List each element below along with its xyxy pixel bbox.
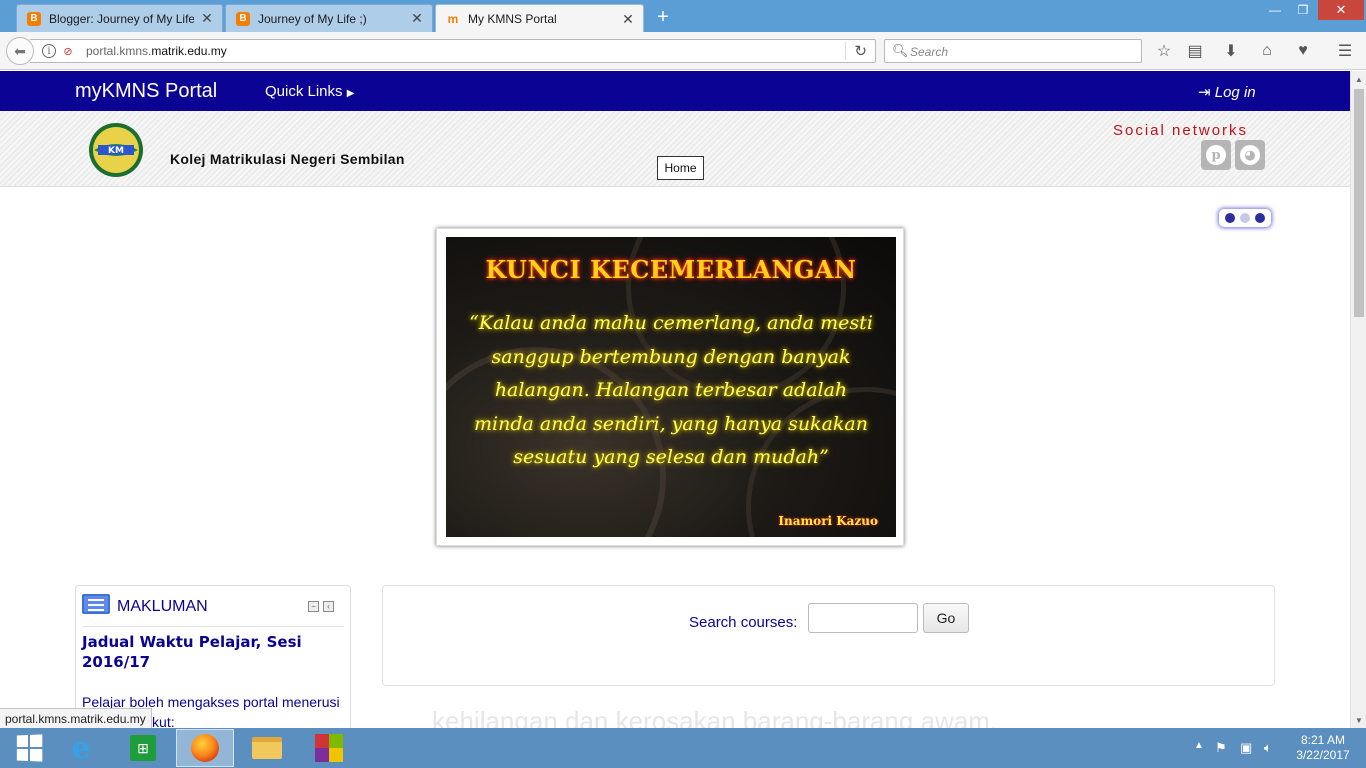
moodle-icon: m [447, 12, 459, 26]
web-page: myKMNS Portal Quick Links ▶ ⇥ Log in KM … [0, 71, 1350, 728]
download-icon[interactable]: ⬇ [1220, 40, 1242, 62]
block-title: MAKLUMAN [117, 598, 208, 615]
footer-text: kehilangan dan kerosakan barang-barang a… [432, 706, 998, 728]
mixed-content-icon[interactable]: ⊘ [62, 44, 74, 58]
site-brand[interactable]: myKMNS Portal [75, 80, 217, 103]
window-close-button[interactable]: ✕ [1318, 0, 1364, 20]
pocket-icon[interactable]: ♥ [1292, 40, 1314, 62]
banner-slide[interactable]: KUNCI KECEMERLANGAN “Kalau anda mahu cem… [436, 228, 904, 546]
tab-kmns-portal[interactable]: m My KMNS Portal ✕ [435, 4, 644, 33]
banner-author: Inamori Kazuo [778, 514, 878, 528]
tab-label: Blogger: Journey of My Life [49, 11, 194, 26]
windows-logo-icon [16, 734, 43, 762]
tab-journey[interactable]: B Journey of My Life ;) ✕ [225, 4, 433, 32]
tab-label: My KMNS Portal [468, 12, 557, 26]
browser-nav-bar: i ⊘ portal.kmns.matrik.edu.my ↻ ⬅ 🔍︎ Sea… [0, 32, 1366, 70]
news-list-icon [82, 594, 110, 614]
system-clock[interactable]: 8:21 AM 3/22/2017 [1294, 733, 1352, 763]
minimize-button[interactable]: — [1262, 0, 1288, 20]
quick-links-menu[interactable]: Quick Links ▶ [265, 83, 354, 100]
tab-blogger[interactable]: B Blogger: Journey of My Life ✕ [16, 4, 223, 32]
caret-right-icon: ▶ [346, 88, 355, 99]
search-courses-label: Search courses: [689, 614, 798, 631]
taskbar-firefox[interactable] [176, 729, 234, 767]
go-button[interactable]: Go [923, 603, 969, 633]
internet-explorer-icon: e [71, 730, 91, 766]
start-button[interactable] [0, 729, 58, 767]
folder-icon [252, 737, 282, 759]
blogger-icon: B [236, 11, 250, 26]
slider-dot[interactable] [1240, 213, 1250, 223]
globe-icon[interactable]: ◕ [1235, 140, 1265, 170]
news-item-title[interactable]: Jadual Waktu Pelajar, Sesi 2016/17 [82, 632, 342, 672]
status-url: portal.kmns.matrik.edu.my [0, 708, 152, 729]
info-icon[interactable]: i [42, 44, 56, 58]
college-name: Kolej Matrikulasi Negeri Sembilan [170, 151, 405, 167]
reading-list-icon[interactable]: ▤ [1184, 40, 1206, 62]
close-icon[interactable]: ✕ [621, 11, 635, 27]
close-icon[interactable]: ✕ [410, 10, 424, 26]
taskbar-office[interactable] [300, 729, 358, 767]
taskbar-store[interactable]: ⊞ [114, 729, 172, 767]
social-networks-title: Social networks [1113, 122, 1249, 139]
tab-label: Journey of My Life ;) [258, 11, 367, 26]
site-top-bar: myKMNS Portal Quick Links ▶ ⇥ Log in [0, 71, 1350, 111]
login-link[interactable]: ⇥ Log in [1198, 83, 1256, 101]
search-courses-panel: Search courses: Go [382, 585, 1275, 686]
scroll-down-icon[interactable]: ▼ [1351, 712, 1366, 728]
browser-search-input[interactable]: 🔍︎ Search [884, 39, 1142, 63]
slider-dot[interactable] [1225, 213, 1235, 223]
reload-icon[interactable]: ↻ [845, 42, 867, 60]
search-courses-input[interactable] [808, 603, 918, 633]
dock-icon[interactable]: ‹ [323, 601, 334, 612]
back-button[interactable]: ⬅ [6, 37, 34, 65]
tray-expand-icon[interactable]: ▲ [1194, 740, 1204, 751]
block-header: MAKLUMAN − ‹ [82, 592, 344, 627]
close-icon[interactable]: ✕ [200, 10, 214, 26]
makluman-block: MAKLUMAN − ‹ Jadual Waktu Pelajar, Sesi … [75, 585, 351, 728]
college-logo[interactable]: KM [88, 122, 144, 178]
banner-quote: “Kalau anda mahu cemerlang, anda mesti s… [469, 312, 873, 468]
office-icon [315, 734, 343, 762]
pinterest-icon[interactable]: p [1201, 140, 1231, 170]
firefox-icon [191, 734, 219, 762]
browser-tab-bar: B Blogger: Journey of My Life ✕ B Journe… [0, 0, 1366, 33]
clock-date: 3/22/2017 [1296, 748, 1350, 762]
site-header: KM Kolej Matrikulasi Negeri Sembilan Hom… [0, 111, 1350, 187]
windows-taskbar: e ⊞ ▲ ⚑ ▣ 🔈︎ 8:21 AM 3/22/2017 [0, 728, 1366, 768]
sign-in-icon: ⇥ [1198, 84, 1211, 101]
url-text[interactable]: portal.kmns.matrik.edu.my [86, 44, 227, 58]
scroll-up-icon[interactable]: ▲ [1351, 71, 1366, 87]
scroll-thumb[interactable] [1354, 89, 1364, 317]
banner-image: KUNCI KECEMERLANGAN “Kalau anda mahu cem… [446, 237, 896, 537]
home-icon[interactable]: ⌂ [1256, 40, 1278, 62]
new-tab-button[interactable]: + [652, 6, 674, 28]
store-icon: ⊞ [130, 735, 156, 761]
page-scrollbar[interactable]: ▲ ▼ [1350, 71, 1366, 728]
taskbar-ie[interactable]: e [52, 729, 110, 767]
flag-icon[interactable]: ⚑ [1215, 740, 1227, 756]
search-placeholder: Search [910, 45, 949, 59]
url-bar[interactable]: i ⊘ portal.kmns.matrik.edu.my ↻ [30, 39, 876, 63]
menu-icon[interactable]: ☰ [1334, 40, 1356, 62]
blogger-icon: B [27, 11, 41, 26]
taskbar-file-explorer[interactable] [238, 729, 296, 767]
collapse-icon[interactable]: − [308, 601, 319, 612]
slider-dot[interactable] [1255, 213, 1265, 223]
volume-muted-icon[interactable]: 🔈︎ [1264, 740, 1272, 756]
svg-text:KM: KM [108, 146, 124, 156]
banner-title: KUNCI KECEMERLANGAN [485, 255, 857, 284]
clock-time: 8:21 AM [1300, 733, 1346, 747]
slider-pager [1219, 209, 1271, 227]
home-button[interactable]: Home [657, 156, 704, 180]
search-icon: 🔍︎ [892, 43, 909, 58]
maximize-button[interactable]: ❐ [1290, 0, 1316, 20]
bookmark-star-icon[interactable]: ☆ [1153, 40, 1175, 62]
network-icon[interactable]: ▣ [1240, 740, 1252, 756]
